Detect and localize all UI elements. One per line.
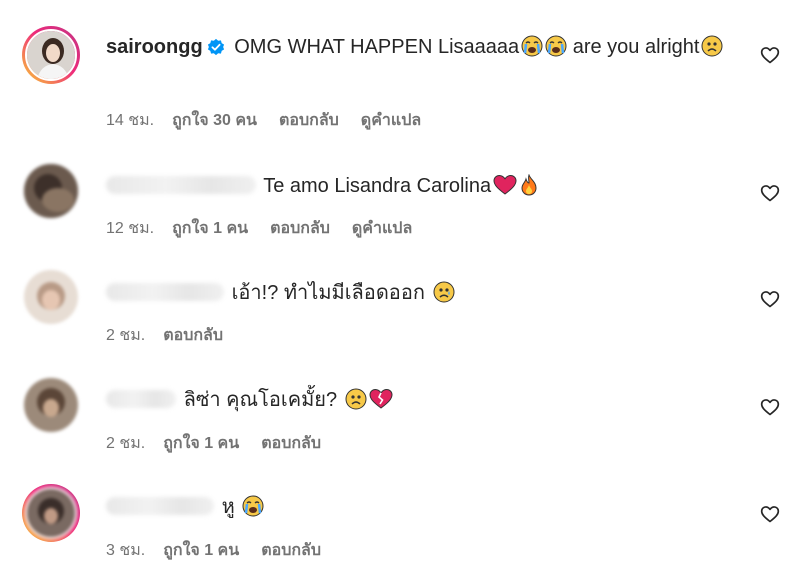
loudly-crying-face-emoji — [545, 35, 567, 66]
avatar[interactable] — [24, 378, 78, 432]
avatar[interactable] — [22, 484, 80, 542]
username[interactable]: sairoongg — [106, 36, 203, 58]
likes-count-button[interactable]: ถูกใจ 1 คน — [163, 542, 239, 559]
heart-outline-icon[interactable] — [760, 289, 780, 309]
heart-outline-icon[interactable] — [760, 183, 780, 203]
loudly-crying-face-emoji — [242, 495, 264, 526]
reply-button[interactable]: ตอบกลับ — [270, 220, 330, 237]
comment-text: หู — [221, 496, 235, 518]
comment-text: ลิซ่า คุณโอเคมั้ย? — [183, 389, 338, 411]
red-heart-emoji — [493, 174, 517, 205]
frowning-face-emoji — [701, 35, 723, 66]
comment-meta: 12 ชม. ถูกใจ 1 คน ตอบกลับ ดูคำแปล — [106, 216, 434, 241]
likes-count-button[interactable]: ถูกใจ 1 คน — [163, 435, 239, 452]
timestamp[interactable]: 2 ชม. — [106, 327, 145, 344]
broken-heart-emoji — [369, 388, 393, 419]
sad-relieved-face-emoji — [433, 281, 455, 312]
heart-outline-icon[interactable] — [760, 504, 780, 524]
comment-meta: 2 ชม. ตอบกลับ — [106, 323, 245, 348]
avatar[interactable] — [24, 164, 78, 218]
comment-meta: 14 ชม. ถูกใจ 30 คน ตอบกลับ ดูคำแปล — [106, 108, 443, 133]
comment-text: Te amo Lisandra Carolina — [263, 175, 492, 197]
username-blurred[interactable] — [106, 283, 224, 301]
avatar-image — [24, 378, 78, 432]
comment-text: OMG WHAT HAPPEN Lisaaaaa — [234, 36, 520, 58]
see-translation-button[interactable]: ดูคำแปล — [352, 220, 412, 237]
avatar-image — [25, 29, 77, 81]
avatar-image — [25, 487, 77, 539]
comment-body: หู — [106, 492, 746, 526]
avatar[interactable] — [24, 270, 78, 324]
username-blurred[interactable] — [106, 176, 256, 194]
timestamp[interactable]: 2 ชม. — [106, 435, 145, 452]
avatar-image — [24, 164, 78, 218]
comment-body: ลิซ่า คุณโอเคมั้ย? — [106, 385, 746, 419]
comment-meta: 3 ชม. ถูกใจ 1 คน ตอบกลับ — [106, 538, 343, 563]
avatar-image — [24, 270, 78, 324]
reply-button[interactable]: ตอบกลับ — [261, 542, 321, 559]
timestamp[interactable]: 12 ชม. — [106, 220, 154, 237]
comment-text: เอ้า!? ทำไมมีเลือดออก — [231, 282, 425, 304]
fire-emoji — [519, 173, 539, 205]
comment-body: เอ้า!? ทำไมมีเลือดออก — [106, 278, 746, 312]
likes-count-button[interactable]: ถูกใจ 30 คน — [172, 112, 257, 129]
heart-outline-icon[interactable] — [760, 45, 780, 65]
timestamp[interactable]: 3 ชม. — [106, 542, 145, 559]
username-blurred[interactable] — [106, 390, 176, 408]
likes-count-button[interactable]: ถูกใจ 1 คน — [172, 220, 248, 237]
comment-text: are you alright — [567, 36, 700, 58]
loudly-crying-face-emoji — [521, 35, 543, 66]
reply-button[interactable]: ตอบกลับ — [261, 435, 321, 452]
avatar[interactable] — [22, 26, 80, 84]
comment-meta: 2 ชม. ถูกใจ 1 คน ตอบกลับ — [106, 431, 343, 456]
frowning-face-emoji — [345, 388, 367, 419]
comment-body: sairoongg OMG WHAT HAPPEN Lisaaaaa are y… — [106, 32, 746, 66]
see-translation-button[interactable]: ดูคำแปล — [361, 112, 421, 129]
comment-body: Te amo Lisandra Carolina — [106, 171, 746, 205]
verified-badge-icon — [207, 35, 225, 65]
username-blurred[interactable] — [106, 497, 214, 515]
reply-button[interactable]: ตอบกลับ — [279, 112, 339, 129]
timestamp[interactable]: 14 ชม. — [106, 112, 154, 129]
heart-outline-icon[interactable] — [760, 397, 780, 417]
reply-button[interactable]: ตอบกลับ — [163, 327, 223, 344]
